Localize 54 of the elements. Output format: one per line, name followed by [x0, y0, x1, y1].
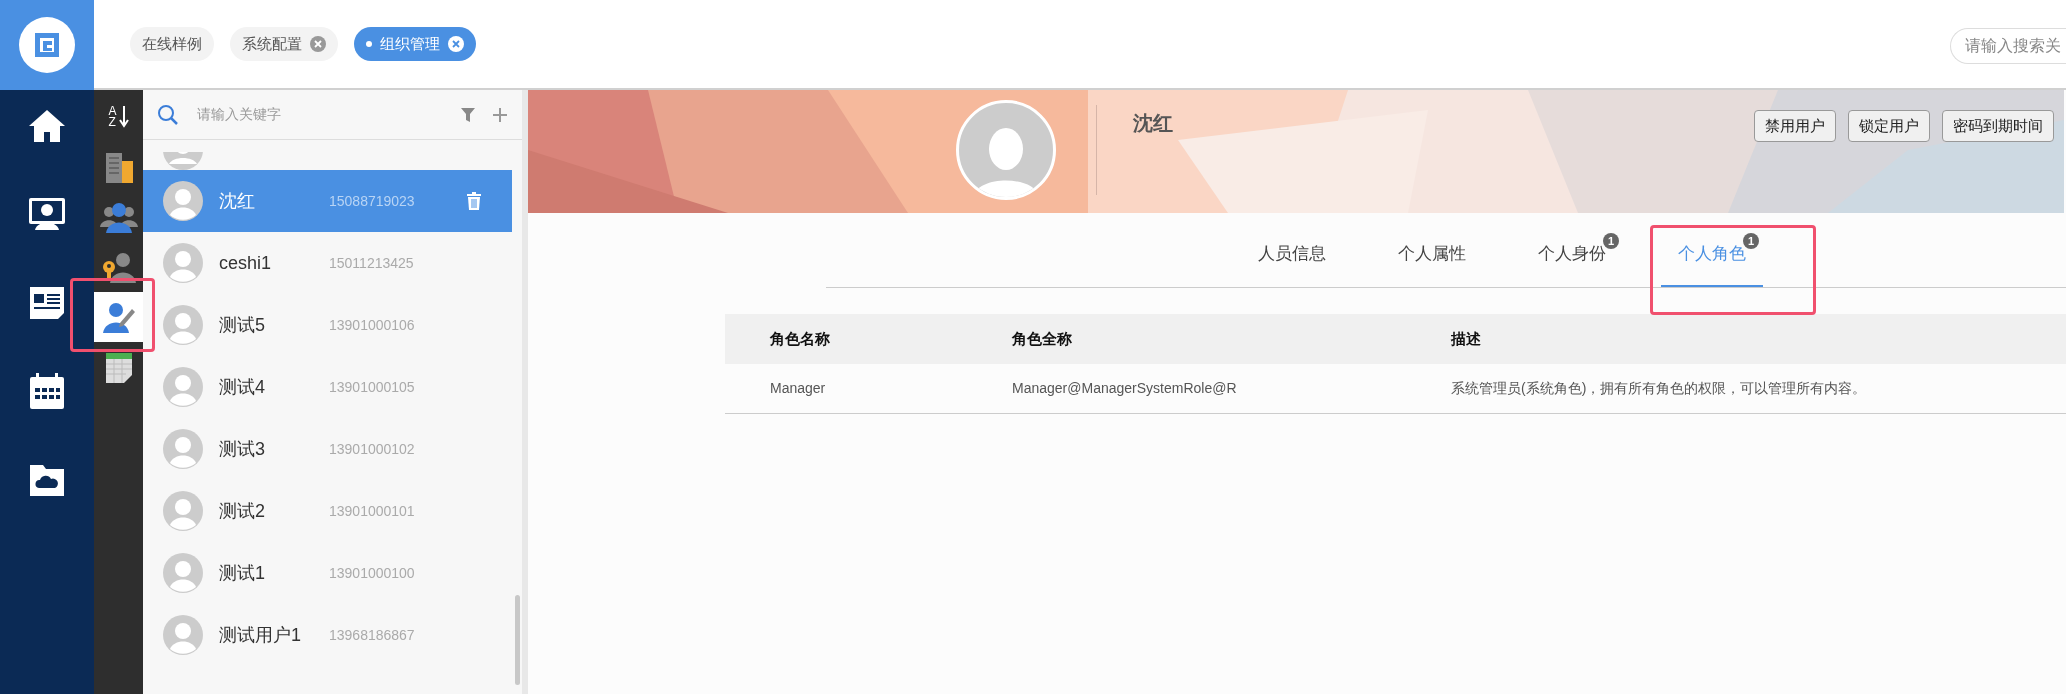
avatar-icon: [163, 553, 203, 593]
badge: 1: [1743, 233, 1759, 249]
tab[interactable]: 系统配置: [230, 27, 338, 61]
logo-icon: [19, 17, 75, 73]
user-group-icon[interactable]: [99, 201, 138, 233]
search-icon[interactable]: [157, 103, 179, 126]
add-icon[interactable]: [492, 106, 508, 123]
tab[interactable]: 个人属性: [1381, 231, 1483, 287]
column-header: 描述: [1451, 328, 1482, 349]
column-header: 角色全称: [1011, 328, 1073, 349]
tab[interactable]: 个人角色 1: [1661, 231, 1763, 287]
table-cell-text: Manager: [769, 379, 827, 398]
badge: 1: [1603, 233, 1619, 249]
column-header: 角色名称: [769, 328, 831, 349]
action-button[interactable]: 禁用用户: [1754, 110, 1836, 142]
sort-button[interactable]: A Z: [108, 106, 129, 128]
close-icon[interactable]: [310, 36, 326, 52]
avatar-icon: [163, 181, 203, 221]
avatar-icon: [163, 491, 203, 531]
user-list-item[interactable]: 测试3 13901000102: [143, 418, 522, 480]
calendar-icon[interactable]: [27, 372, 67, 410]
avatar-icon: [163, 243, 203, 283]
tab[interactable]: 个人身份 1: [1521, 231, 1623, 287]
action-button[interactable]: 密码到期时间: [1942, 110, 2054, 142]
tab[interactable]: 人员信息: [1241, 231, 1343, 287]
newspaper-icon[interactable]: [27, 284, 67, 320]
user-list-item[interactable]: 测试2 13901000101: [143, 480, 522, 542]
filter-icon[interactable]: [460, 106, 476, 123]
action-button[interactable]: 锁定用户: [1848, 110, 1930, 142]
avatar-icon: [163, 367, 203, 407]
user-list-item[interactable]: 测试1 13901000100: [143, 542, 522, 604]
monitor-person-icon[interactable]: [27, 196, 67, 232]
sort-letter: A: [108, 106, 117, 117]
user-name: 沈红: [1133, 111, 1173, 136]
avatar-icon: [163, 152, 203, 170]
avatar-icon: [163, 305, 203, 345]
down-arrow-icon: [118, 106, 129, 128]
user-list-item[interactable]: ceshi1 15011213425: [143, 232, 522, 294]
table-cell-text: 系统管理员(系统角色)，拥有所有角色的权限，可以管理所有内容。: [1451, 379, 1868, 398]
sort-letter: Z: [108, 117, 117, 128]
avatar-icon: [163, 615, 203, 655]
person-key-icon[interactable]: [100, 251, 137, 283]
avatar-icon: [163, 429, 203, 469]
user-list-item[interactable]: 测试5 13901000106: [143, 294, 522, 356]
tab[interactable]: 在线样例: [130, 27, 214, 61]
user-list-item[interactable]: 测试4 13901000105: [143, 356, 522, 418]
spreadsheet-icon[interactable]: [103, 351, 134, 383]
person-edit-icon[interactable]: [101, 301, 136, 333]
table-cell-text: Manager@ManagerSystemRole@R: [1011, 379, 1238, 398]
home-icon[interactable]: [27, 108, 67, 144]
close-icon[interactable]: [448, 36, 464, 52]
cloud-folder-icon[interactable]: [27, 462, 67, 498]
user-list-item[interactable]: 测试用户1 13968186867: [143, 604, 522, 666]
trash-icon[interactable]: [466, 192, 482, 210]
